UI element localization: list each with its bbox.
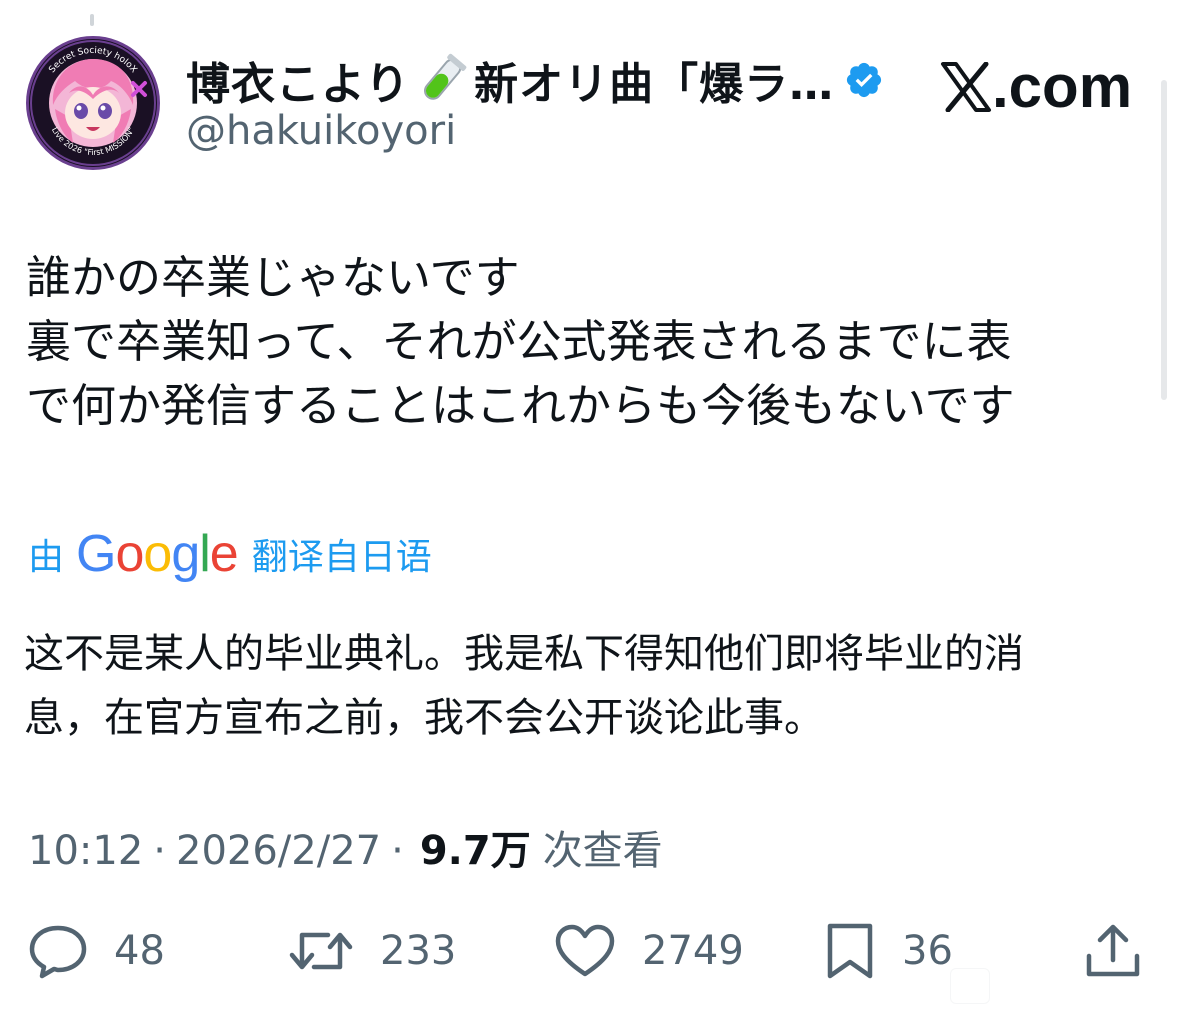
separator-dot: · — [153, 828, 166, 874]
reply-count: 48 — [114, 928, 165, 974]
status-indicator — [90, 14, 94, 26]
repost-count: 233 — [380, 928, 457, 974]
translated-line: 息，在官方宣布之前，我不会公开谈论此事。 — [24, 695, 824, 741]
heart-icon — [555, 924, 615, 977]
share-upload-icon — [1086, 924, 1140, 977]
tweet-meta: 10:12 · 2026/2/27 · 9.7万 次查看 — [28, 818, 663, 876]
share-button[interactable] — [1084, 916, 1142, 986]
translated-line: 这不是某人的毕业典礼。我是私下得知他们即将毕业的消 — [24, 631, 1024, 677]
bookmark-count: 36 — [902, 928, 953, 974]
verified-badge-icon — [844, 60, 884, 100]
tweet-line: 誰かの卒業じゃないです — [26, 251, 520, 304]
tweet-date[interactable]: 2026/2/27 — [176, 828, 381, 874]
watermark — [950, 968, 990, 1004]
bookmark-button[interactable]: 36 — [824, 916, 953, 986]
reply-button[interactable]: 48 — [28, 916, 165, 986]
views-label: 次查看 — [542, 828, 663, 874]
display-name[interactable]: 博衣こより 新オリ曲「爆ラ… — [186, 48, 884, 112]
test-tube-icon — [414, 52, 470, 108]
views-count: 9.7万 — [419, 828, 531, 874]
speech-bubble-icon — [29, 925, 87, 979]
user-handle[interactable]: @hakuikoyori — [186, 108, 456, 154]
repost-arrows-icon — [289, 932, 353, 970]
scrollbar[interactable] — [1161, 80, 1167, 400]
tweet-text: 誰かの卒業じゃないです 裏で卒業知って、それが公式発表されるまでに表 で何か発信… — [26, 246, 1156, 438]
brand-logo: .com — [940, 54, 1132, 120]
translation-prefix: 由 — [28, 537, 65, 578]
separator-dot: · — [391, 828, 404, 874]
like-button[interactable]: 2749 — [554, 916, 744, 986]
x-logo-icon — [940, 61, 992, 113]
repost-button[interactable]: 233 — [288, 916, 456, 986]
translation-suffix: 翻译自日语 — [251, 537, 432, 578]
display-name-text: 博衣こより — [186, 59, 411, 110]
bookmark-icon — [827, 923, 873, 979]
avatar-image: Secret Society holoX Live 2026 "First MI… — [30, 40, 156, 166]
brand-text: .com — [992, 53, 1133, 120]
tweet-line: で何か発信することはこれからも今後もないです — [26, 379, 1015, 432]
tweet-time[interactable]: 10:12 — [28, 828, 143, 874]
action-bar: 48 233 2749 36 — [0, 916, 1179, 986]
avatar[interactable]: Secret Society holoX Live 2026 "First MI… — [26, 36, 160, 170]
google-logo: Google — [76, 525, 239, 583]
translated-text: 这不是某人的毕业典礼。我是私下得知他们即将毕业的消 息，在官方宣布之前，我不会公… — [24, 622, 1164, 750]
tweet-line: 裏で卒業知って、それが公式発表されるまでに表 — [26, 315, 1012, 368]
display-name-suffix: 新オリ曲「爆ラ… — [474, 59, 835, 110]
like-count: 2749 — [642, 928, 744, 974]
translation-attribution[interactable]: 由 Google 翻译自日语 — [28, 524, 432, 584]
